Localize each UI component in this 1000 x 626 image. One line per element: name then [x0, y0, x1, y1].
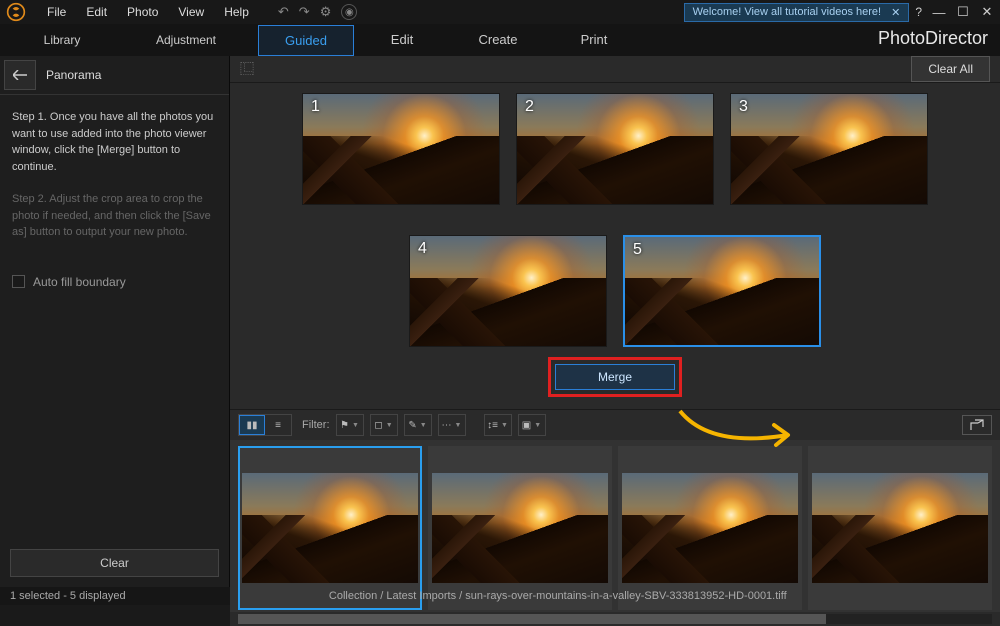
clear-all-button[interactable]: Clear All: [911, 56, 990, 82]
menu-view[interactable]: View: [169, 1, 213, 23]
strip-thumb-2[interactable]: [428, 446, 612, 610]
title-quick-icons: ↶ ↷ ⚙ ◉: [278, 4, 357, 20]
tab-edit[interactable]: Edit: [354, 25, 450, 56]
help-icon[interactable]: ?: [915, 5, 922, 19]
minimize-button[interactable]: —: [930, 5, 948, 20]
step-2-text: Step 2. Adjust the crop area to crop the…: [12, 191, 217, 241]
strip-thumb-4[interactable]: [808, 446, 992, 610]
close-button[interactable]: ✕: [978, 4, 996, 20]
horizontal-scrollbar[interactable]: [238, 614, 992, 624]
sidebar: Panorama Step 1. Once you have all the p…: [0, 56, 230, 587]
stack-button[interactable]: ▣▼: [519, 415, 545, 435]
stage-thumb-2[interactable]: 2: [516, 93, 714, 205]
thumb-strip: [230, 440, 1000, 612]
maximize-button[interactable]: ☐: [954, 4, 972, 20]
menu-edit[interactable]: Edit: [77, 1, 116, 23]
strip-thumb-1[interactable]: [238, 446, 422, 610]
merge-row: Merge: [250, 347, 980, 401]
stage-thumb-1[interactable]: 1: [302, 93, 500, 205]
sidebar-header: Panorama: [0, 56, 229, 95]
scrollbar-handle[interactable]: [238, 614, 826, 624]
share-button[interactable]: [962, 415, 992, 435]
list-view-button[interactable]: ≡: [265, 415, 291, 435]
content-area: ⿺ Clear All 1 2 3 4 5 Merge: [230, 56, 1000, 587]
filter-flag-button[interactable]: ⚑▼: [337, 415, 363, 435]
window-controls: — ☐ ✕: [930, 4, 996, 20]
app-logo: [4, 0, 28, 24]
bell-icon[interactable]: ◉: [341, 4, 357, 20]
filter-label-button[interactable]: ◻▼: [371, 415, 397, 435]
menu-help[interactable]: Help: [215, 1, 258, 23]
thumb-number: 4: [418, 240, 427, 258]
collapse-panel-icon[interactable]: ⿺: [240, 59, 254, 79]
instructions: Step 1. Once you have all the photos you…: [0, 95, 229, 271]
status-selection: 1 selected - 5 displayed: [10, 590, 126, 602]
stage-thumb-4[interactable]: 4: [409, 235, 607, 347]
sort-button[interactable]: ↕≡▼: [485, 415, 511, 435]
status-path: Collection / Latest Imports / sun-rays-o…: [329, 590, 787, 602]
share-icon: [970, 419, 984, 431]
close-icon[interactable]: ✕: [891, 6, 900, 19]
thumb-number: 3: [739, 98, 748, 116]
redo-icon[interactable]: ↷: [299, 4, 310, 20]
content-toolbar: ⿺ Clear All: [230, 56, 1000, 83]
main-area: Panorama Step 1. Once you have all the p…: [0, 56, 1000, 587]
view-mode-group: ▮▮ ≡: [238, 414, 292, 436]
tab-adjustment[interactable]: Adjustment: [124, 25, 248, 55]
app-name: PhotoDirector: [878, 28, 988, 49]
tab-guided[interactable]: Guided: [258, 25, 354, 56]
autofill-label: Auto fill boundary: [33, 275, 126, 289]
welcome-banner[interactable]: Welcome! View all tutorial videos here! …: [684, 3, 910, 22]
autofill-checkbox[interactable]: [12, 275, 25, 288]
menu-file[interactable]: File: [38, 1, 75, 23]
step-1-text: Step 1. Once you have all the photos you…: [12, 109, 217, 175]
filter-edit-button[interactable]: ✎▼: [405, 415, 431, 435]
panel-title: Panorama: [40, 60, 107, 90]
merge-highlight: Merge: [548, 357, 682, 397]
back-button[interactable]: [4, 60, 36, 90]
mode-bar: Library Adjustment Guided Edit Create Pr…: [0, 24, 1000, 56]
tab-create[interactable]: Create: [450, 25, 546, 56]
stage-thumb-3[interactable]: 3: [730, 93, 928, 205]
merge-button[interactable]: Merge: [555, 364, 675, 390]
browser-toolbar: ▮▮ ≡ Filter: ⚑▼ ◻▼ ✎▼ ⋯▼ ↕≡▼ ▣▼: [230, 410, 1000, 440]
staging-area: 1 2 3 4 5 Merge: [230, 83, 1000, 409]
filter-more-button[interactable]: ⋯▼: [439, 415, 465, 435]
gear-icon[interactable]: ⚙: [320, 4, 332, 20]
thumb-number: 1: [311, 98, 320, 116]
undo-icon[interactable]: ↶: [278, 4, 289, 20]
tab-library[interactable]: Library: [0, 25, 124, 55]
stage-thumb-5[interactable]: 5: [623, 235, 821, 347]
welcome-text: Welcome! View all tutorial videos here!: [693, 6, 882, 18]
filter-flag-group: ⚑▼: [336, 414, 364, 436]
main-menu: File Edit Photo View Help: [38, 1, 258, 23]
clear-button[interactable]: Clear: [10, 549, 219, 577]
thumb-view-button[interactable]: ▮▮: [239, 415, 265, 435]
staging-grid: 1 2 3 4 5: [250, 93, 980, 347]
title-bar: File Edit Photo View Help ↶ ↷ ⚙ ◉ Welcom…: [0, 0, 1000, 24]
filter-label: Filter:: [302, 419, 330, 431]
autofill-row[interactable]: Auto fill boundary: [0, 271, 229, 293]
tab-print[interactable]: Print: [546, 25, 642, 56]
menu-photo[interactable]: Photo: [118, 1, 167, 23]
strip-thumb-3[interactable]: [618, 446, 802, 610]
thumb-number: 2: [525, 98, 534, 116]
thumb-number: 5: [633, 241, 642, 259]
